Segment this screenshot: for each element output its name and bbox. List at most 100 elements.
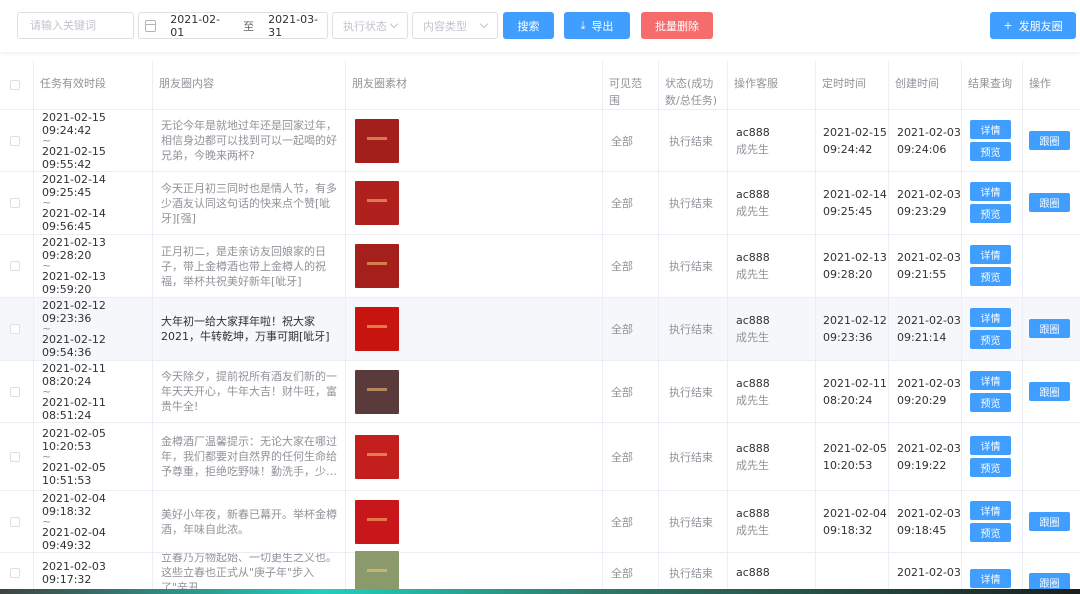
- detail-button[interactable]: 详情: [970, 370, 1011, 390]
- created-time: 2021-02-03 09:21:14: [889, 298, 962, 360]
- operator: ac888 成先生: [728, 423, 816, 490]
- media-cell: [346, 361, 603, 422]
- status-select-placeholder: 执行状态: [343, 19, 387, 33]
- preview-button[interactable]: 预览: [970, 267, 1011, 286]
- preview-button[interactable]: 预览: [970, 330, 1011, 349]
- operator-name: 成先生: [736, 205, 769, 218]
- media-thumbnail[interactable]: [355, 244, 399, 288]
- search-button[interactable]: 搜索: [503, 12, 554, 39]
- created-clock: 09:18:45: [897, 523, 947, 537]
- schedule-time: 2021-02-15 09:24:42: [816, 110, 889, 171]
- row-checkbox[interactable]: [10, 386, 20, 397]
- status-select[interactable]: 执行状态: [332, 12, 408, 39]
- publish-button-label: 发朋友圈: [1018, 19, 1063, 33]
- preview-button[interactable]: 预览: [970, 204, 1011, 223]
- content-text: 美好小年夜，新春已幕开。举杯金樽酒，年味自此浓。: [161, 507, 337, 536]
- task-status: 执行结束: [659, 298, 728, 360]
- preview-button[interactable]: 预览: [970, 457, 1011, 477]
- result-cell: 详情 预览: [962, 235, 1023, 297]
- follow-button[interactable]: 跟圈: [1029, 381, 1070, 401]
- follow-button[interactable]: 跟圈: [1029, 193, 1070, 212]
- follow-button[interactable]: 跟圈: [1029, 319, 1070, 338]
- date-end: 2021-03-31: [268, 12, 319, 39]
- schedule-clock: 09:24:42: [823, 142, 873, 156]
- media-thumbnail[interactable]: [355, 307, 399, 351]
- row-checkbox[interactable]: [10, 261, 20, 271]
- chevron-down-icon: [479, 19, 489, 29]
- row-checkbox[interactable]: [10, 324, 20, 334]
- date-range-picker[interactable]: 2021-02-01 至 2021-03-31: [138, 12, 328, 39]
- media-cell: [346, 423, 603, 490]
- schedule-date: 2021-02-05: [823, 441, 887, 455]
- period-end: 2021-02-12 09:54:36: [42, 333, 106, 359]
- preview-button[interactable]: 预览: [970, 392, 1011, 412]
- task-status: 执行结束: [659, 491, 728, 552]
- operator-name: 成先生: [736, 393, 769, 407]
- header-result: 结果查询: [962, 61, 1023, 109]
- chevron-down-icon: [389, 19, 399, 29]
- media-thumbnail[interactable]: [355, 499, 399, 544]
- media-thumbnail[interactable]: [355, 181, 399, 225]
- action-cell: [1023, 235, 1080, 297]
- schedule-date: 2021-02-13: [823, 251, 887, 264]
- table-header: 任务有效时段 朋友圈内容 朋友圈素材 可见范围 状态(成功数/总任务) 操作客服…: [0, 61, 1080, 110]
- follow-button[interactable]: 跟圈: [1029, 572, 1070, 589]
- visibility-scope: 全部: [603, 423, 659, 490]
- content-type-select[interactable]: 内容类型: [412, 12, 498, 39]
- created-time: 2021-02-03 09:20:29: [889, 361, 962, 422]
- export-button[interactable]: ⤓ 导出: [564, 12, 630, 39]
- detail-button[interactable]: 详情: [970, 500, 1011, 520]
- content-text: 金樽酒厂温馨提示：无论大家在哪过年，我们都要对自然界的任何生命给予尊重，拒绝吃野…: [161, 435, 337, 478]
- detail-button[interactable]: 详情: [970, 308, 1011, 327]
- schedule-date: 2021-02-14: [823, 188, 887, 201]
- media-thumbnail[interactable]: [355, 550, 399, 589]
- follow-button[interactable]: 跟圈: [1029, 511, 1070, 531]
- search-input[interactable]: [17, 12, 134, 39]
- detail-button[interactable]: 详情: [970, 119, 1011, 139]
- visibility-scope: 全部: [603, 298, 659, 360]
- date-start: 2021-02-01: [170, 12, 221, 39]
- detail-button[interactable]: 详情: [970, 182, 1011, 201]
- operator: ac888 成先生: [728, 298, 816, 360]
- preview-button[interactable]: 预览: [970, 141, 1011, 161]
- header-select-cell: [0, 61, 34, 109]
- operator-name: 成先生: [736, 142, 769, 156]
- table-row: 2021-02-15 09:24:42 ~2021-02-15 09:55:42 无…: [0, 110, 1080, 172]
- operator-name: 成先生: [736, 458, 769, 472]
- publish-moments-button[interactable]: + 发朋友圈: [990, 12, 1076, 39]
- operator-name: 成先生: [736, 523, 769, 537]
- row-checkbox[interactable]: [10, 135, 20, 146]
- row-checkbox[interactable]: [10, 198, 20, 208]
- table-row: 2021-02-04 09:18:32 ~2021-02-04 09:49:32 美…: [0, 491, 1080, 553]
- created-date: 2021-02-03: [897, 441, 961, 455]
- media-thumbnail[interactable]: [355, 434, 399, 479]
- follow-button[interactable]: 跟圈: [1029, 130, 1070, 150]
- header-operator: 操作客服: [728, 61, 816, 109]
- task-period: 2021-02-04 09:18:32 ~2021-02-04 09:49:32: [34, 491, 153, 552]
- moment-content: 金樽酒厂温馨提示：无论大家在哪过年，我们都要对自然界的任何生命给予尊重，拒绝吃野…: [153, 423, 346, 490]
- operator-account: ac888: [736, 188, 770, 201]
- operator-name: 成先生: [736, 331, 769, 344]
- action-cell: 跟圈: [1023, 298, 1080, 360]
- media-thumbnail[interactable]: [355, 369, 399, 414]
- created-date: 2021-02-03: [897, 314, 961, 327]
- moment-content: 今天除夕，提前祝所有酒友们新的一年天天开心，牛年大吉！财牛旺，富贵牛全!: [153, 361, 346, 422]
- calendar-icon: [145, 19, 157, 32]
- content-text: 今天除夕，提前祝所有酒友们新的一年天天开心，牛年大吉！财牛旺，富贵牛全!: [161, 370, 337, 413]
- detail-button[interactable]: 详情: [970, 568, 1011, 588]
- media-thumbnail[interactable]: [355, 118, 399, 163]
- detail-button[interactable]: 详情: [970, 245, 1011, 264]
- visibility-scope: 全部: [603, 110, 659, 171]
- row-checkbox[interactable]: [10, 567, 20, 578]
- detail-button[interactable]: 详情: [970, 435, 1011, 455]
- created-time: 2021-02-03 09:23:29: [889, 172, 962, 234]
- created-date: 2021-02-03: [897, 376, 961, 390]
- created-time: 2021-02-03 09:21:55: [889, 235, 962, 297]
- result-cell: 详情 预览: [962, 110, 1023, 171]
- select-cell: [0, 361, 34, 422]
- row-checkbox[interactable]: [10, 451, 20, 462]
- row-checkbox[interactable]: [10, 516, 20, 527]
- preview-button[interactable]: 预览: [970, 522, 1011, 542]
- batch-delete-button[interactable]: 批量删除: [641, 12, 713, 39]
- select-all-checkbox[interactable]: [10, 80, 20, 90]
